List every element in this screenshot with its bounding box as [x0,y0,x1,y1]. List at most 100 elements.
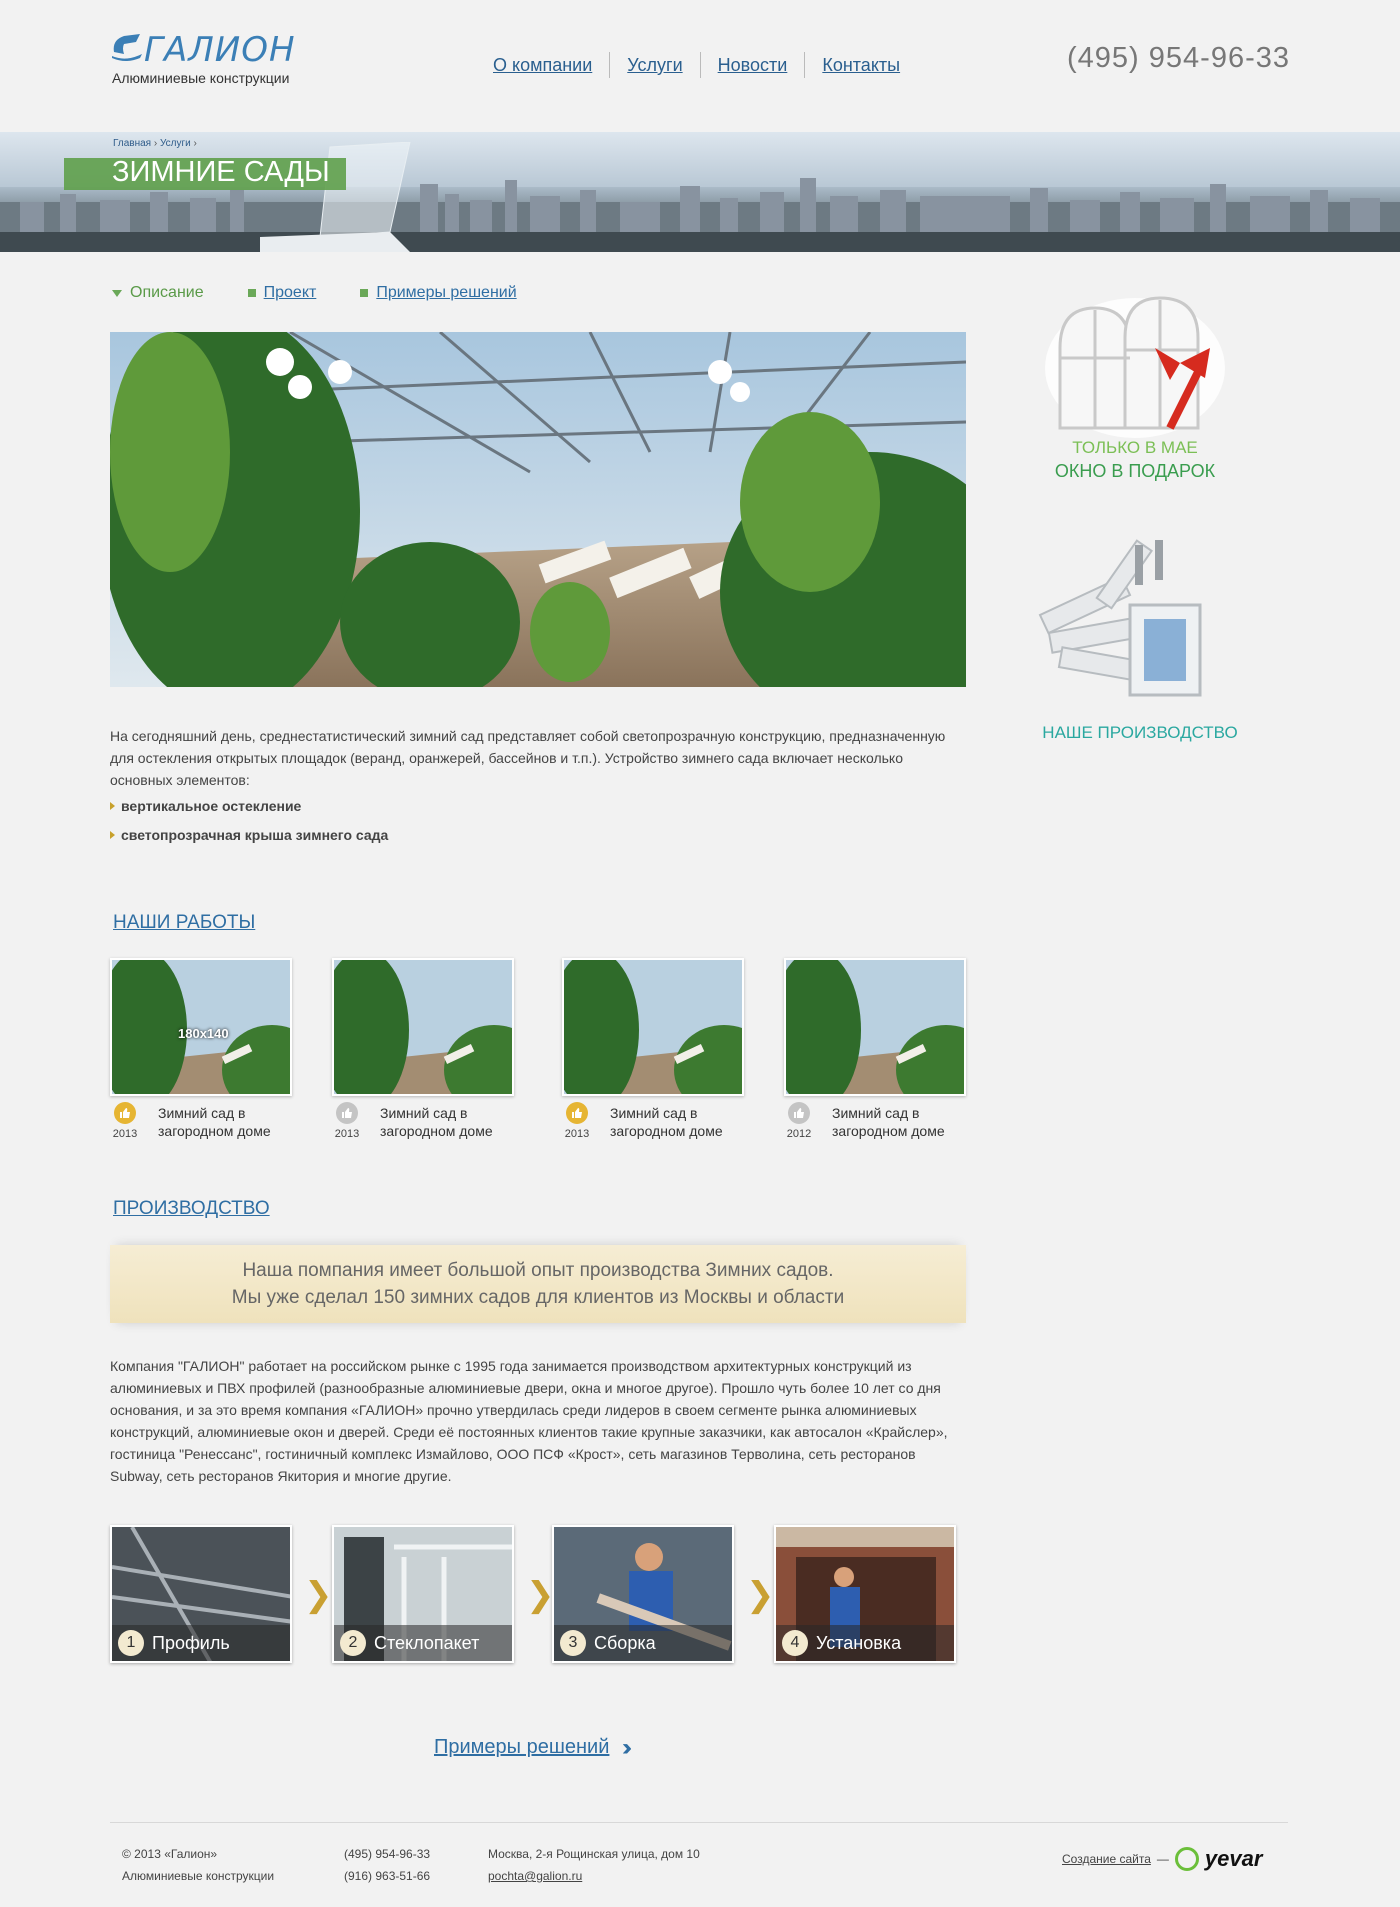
square-bullet-icon [360,289,369,297]
ship-logo-icon [112,34,142,61]
work-caption[interactable]: Зимний сад в загородном доме [158,1104,298,1140]
step-name: Профиль [152,1632,230,1653]
tab-project-label[interactable]: Проект [264,284,317,302]
footer-divider [110,1822,1288,1823]
step-name: Установка [816,1632,902,1653]
footer-phone: (495) 954-96-33 [344,1847,431,1861]
work-thumbnail[interactable]: 180x140 [110,958,292,1096]
square-bullet-icon [247,289,256,297]
breadcrumb-separator: › [193,138,197,149]
tab-description[interactable]: Описание [112,284,204,302]
breadcrumb: Главная › Услуги › [113,138,197,149]
nav-about[interactable]: О компании [480,52,609,78]
promo-title-line2: ОКНО В ПОДАРОК [1054,461,1216,481]
step-name: Сборка [594,1632,656,1653]
production-promo[interactable]: НАШЕ ПРОИЗВОДСТВО [1030,535,1250,750]
thumbs-up-icon [566,1102,588,1124]
credit-separator: — [1156,1852,1169,1866]
quote-line: Мы уже сделал 150 зимних садов для клиен… [231,1287,845,1308]
list-item: вертикальное остекление [110,797,388,815]
developer-credit: Создание сайта — yevar [1062,1846,1262,1872]
footer-address: Москва, 2-я Рощинская улица, дом 10 [488,1847,700,1861]
step-card[interactable]: 3 Сборка [552,1525,734,1663]
tab-examples[interactable]: Примеры решений [360,284,517,302]
nav-contacts[interactable]: Контакты [804,52,917,78]
footer-email-link[interactable]: pochta@galion.ru [488,1869,582,1883]
step-name: Стеклопакет [374,1632,480,1653]
step-label: 2 Стеклопакет [334,1625,512,1661]
step-number: 1 [118,1630,144,1656]
production-text: Компания "ГАЛИОН" работает на российском… [110,1358,948,1484]
work-caption[interactable]: Зимний сад в загородном доме [610,1104,750,1140]
work-caption[interactable]: Зимний сад в загородном доме [832,1104,972,1140]
works-gallery: 180x140 2013 Зимний сад в загородном дом… [110,958,970,1143]
yevar-logo[interactable]: yevar [1205,1846,1263,1872]
work-thumbnail-image [564,960,742,1094]
thumbnail-size-label: 180x140 [178,1026,229,1041]
page-banner: Главная › Услуги › ЗИМНИЕ САДЫ [0,132,1400,252]
work-card[interactable]: 2013 Зимний сад в загородном доме [562,958,752,1140]
work-card[interactable]: 2012 Зимний сад в загородном доме [784,958,974,1140]
breadcrumb-services[interactable]: Услуги [160,138,191,149]
work-thumbnail[interactable] [562,958,744,1096]
footer-phone: (916) 963-51-66 [344,1869,431,1883]
examples-more-link[interactable]: Примеры решений ›› [434,1734,632,1761]
works-section-title[interactable]: НАШИ РАБОТЫ [113,912,255,934]
work-thumbnail[interactable] [332,958,514,1096]
footer-copyright: © 2013 «Галион» [122,1847,218,1861]
work-caption[interactable]: Зимний сад в загородном доме [380,1104,520,1140]
production-promo-label: НАШЕ ПРОИЗВОДСТВО [1042,723,1238,742]
work-year: 2013 [564,1128,590,1140]
window-profile-image [1038,539,1202,697]
step-label: 4 Установка [776,1625,954,1661]
work-thumbnail-image [334,960,512,1094]
header-phone: (495) 954-96-33 [1067,42,1290,74]
step-number: 3 [560,1630,586,1656]
header: ГАЛИОН Алюминиевые конструкции О компани… [0,0,1400,132]
footer-company: Алюминиевые конструкции [122,1869,275,1883]
logo[interactable]: ГАЛИОН Алюминиевые конструкции [110,28,330,88]
window-gift-promo[interactable]: ТОЛЬКО В МАЕ ОКНО В ПОДАРОК [1030,288,1240,488]
winter-garden-hero-image [110,332,966,687]
tab-description-label: Описание [130,284,204,301]
work-card[interactable]: 180x140 2013 Зимний сад в загородном дом… [110,958,300,1140]
step-card[interactable]: 1 Профиль [110,1525,292,1663]
work-thumbnail[interactable] [784,958,966,1096]
promo-title-line1: ТОЛЬКО В МАЕ [1072,438,1198,457]
work-year: 2013 [334,1128,360,1140]
work-card[interactable]: 2013 Зимний сад в загородном доме [332,958,522,1140]
nav-news[interactable]: Новости [699,52,805,78]
step-card[interactable]: 4 Установка [774,1525,956,1663]
work-year: 2013 [112,1128,138,1140]
window-gift-image [1045,296,1225,438]
logo-title: ГАЛИОН [144,30,296,70]
step-label: 3 Сборка [554,1625,732,1661]
main-nav: О компании Услуги Новости Контакты [480,52,917,78]
work-year: 2012 [786,1128,812,1140]
chevron-right-icon: ❯ [304,1575,333,1615]
thumbs-up-icon [114,1102,136,1124]
step-label: 1 Профиль [112,1625,290,1661]
quote-line: Наша помпания имеет большой опыт произво… [242,1260,834,1281]
examples-link[interactable]: Примеры решений [434,1736,609,1758]
tab-examples-label[interactable]: Примеры решений [376,284,516,302]
production-steps: 1 Профиль ❯ 2 Стеклопакет ❯ 3 Сборка ❯ 4… [110,1525,970,1665]
triangle-icon [112,289,122,297]
double-chevron-right-icon: ›› [622,1734,632,1761]
site-creation-link[interactable]: Создание сайта [1062,1852,1151,1866]
production-section-title[interactable]: ПРОИЗВОДСТВО [113,1198,270,1220]
logo-subtitle: Алюминиевые конструкции [112,70,290,86]
step-number: 2 [340,1630,366,1656]
list-item: светопрозрачная крыша зимнего сада [110,826,388,844]
production-quote: Наша помпания имеет большой опыт произво… [110,1245,966,1323]
intro-text: На сегодняшний день, среднестатистически… [110,728,946,788]
chevron-right-icon: ❯ [526,1575,555,1615]
thumbs-up-icon [336,1102,358,1124]
yevar-logo-icon [1174,1847,1199,1871]
nav-services[interactable]: Услуги [609,52,699,78]
page-title: ЗИМНИЕ САДЫ [112,156,330,188]
tab-project[interactable]: Проект [247,284,317,302]
chevron-right-icon: ❯ [746,1575,775,1615]
step-card[interactable]: 2 Стеклопакет [332,1525,514,1663]
breadcrumb-home[interactable]: Главная [113,138,151,149]
